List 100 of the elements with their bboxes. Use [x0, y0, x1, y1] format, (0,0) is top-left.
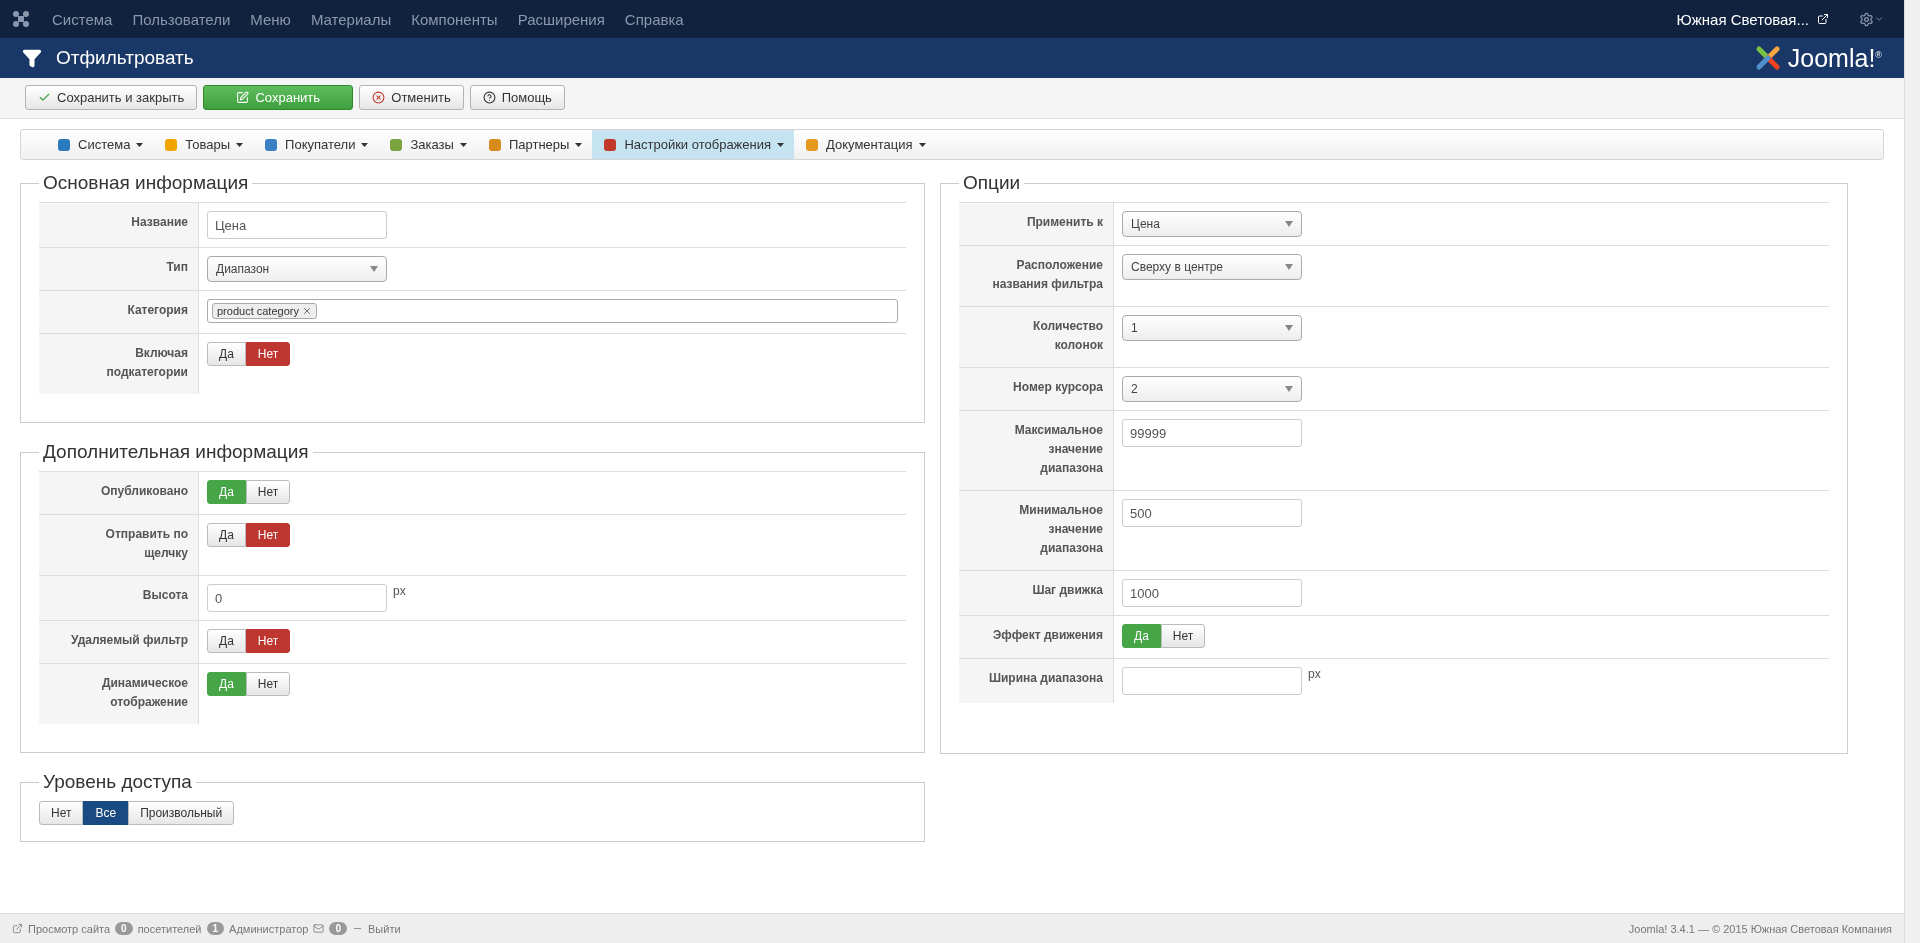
field-label: Отправить по щелчку	[39, 515, 199, 575]
section-title: Дополнительная информация	[42, 441, 310, 463]
scrollbar[interactable]	[1904, 0, 1920, 943]
menu-item[interactable]: Пользователи	[132, 10, 231, 28]
menu-item[interactable]: Компоненты	[411, 10, 498, 28]
caret-icon	[370, 266, 378, 272]
caret-icon	[1285, 221, 1293, 227]
field-label: Тип	[39, 248, 199, 290]
text-field[interactable]: 1000	[1122, 579, 1302, 607]
toggle-option[interactable]: Нет	[245, 629, 291, 653]
toolbar-button[interactable]: Сохранить и закрыть	[25, 85, 198, 110]
text-field[interactable]: 0	[207, 584, 387, 612]
help-icon	[482, 91, 496, 104]
toggle-option[interactable]: Да	[207, 629, 246, 653]
tag-field[interactable]: product category	[207, 299, 898, 323]
select-dropdown[interactable]: 1	[1122, 315, 1302, 341]
caret-icon	[575, 142, 583, 147]
field-label: Количество колонок	[959, 307, 1114, 367]
field-label: Расположение названия фильтра	[959, 246, 1114, 306]
remove-icon[interactable]	[301, 306, 312, 316]
toolbar-button[interactable]: Помощь	[469, 85, 565, 110]
submenu-item[interactable]: Заказы	[378, 130, 477, 159]
toggle-option[interactable]: Нет	[245, 342, 291, 366]
site-link[interactable]: Южная Световая...	[1676, 10, 1809, 28]
caret-icon	[918, 142, 926, 147]
check-icon	[38, 91, 51, 104]
section-title: Опции	[962, 172, 1022, 194]
toggle-option[interactable]: Нет	[245, 480, 291, 504]
menu-item[interactable]: Система	[52, 10, 113, 28]
submenu-item[interactable]: Товары	[153, 130, 254, 159]
copyright-text: Joomla! 3.4.1 — © 2015 Южная Световая Компания	[1628, 922, 1892, 935]
edit-icon	[236, 91, 250, 104]
submenu-item[interactable]: Настройки отображения	[592, 130, 795, 159]
field-label: Опубликовано	[39, 472, 199, 514]
visitors-label: посетителей	[137, 922, 202, 935]
toggle-option[interactable]: Да	[207, 342, 246, 366]
submenu-item[interactable]: Покупатели	[253, 130, 379, 159]
unit-label: px	[1308, 667, 1321, 681]
text-field[interactable]: 500	[1122, 499, 1302, 527]
caret-icon	[236, 142, 244, 147]
text-field[interactable]: 99999	[1122, 419, 1302, 447]
count-badge: 0	[329, 922, 347, 935]
caret-icon	[1285, 264, 1293, 270]
logo-text: Joomla!$^{®}$	[1787, 43, 1882, 73]
caret-icon	[361, 142, 369, 147]
mail-icon	[313, 923, 325, 934]
logo-icon	[12, 10, 30, 28]
menu-item[interactable]: Расширения	[517, 10, 605, 28]
field-label: Включая подкатегории	[39, 334, 199, 394]
field-label: Высота	[39, 576, 199, 620]
caret-icon	[136, 142, 144, 147]
field-label: Максимальное значение диапазона	[959, 411, 1114, 490]
section-title: Уровень доступа	[42, 771, 193, 793]
select-dropdown[interactable]: Цена	[1122, 211, 1302, 237]
field-label: Эффект движения	[959, 616, 1114, 658]
field-label: Номер курсора	[959, 368, 1114, 410]
caret-icon	[1874, 14, 1884, 24]
external-link-icon	[1817, 13, 1829, 25]
text-field[interactable]	[1122, 667, 1302, 695]
toggle-option[interactable]: Нет	[245, 523, 291, 547]
tag-chip[interactable]: product category	[212, 303, 317, 319]
external-link-icon	[12, 923, 23, 934]
menu-item[interactable]: Материалы	[310, 10, 392, 28]
toggle-option[interactable]: Нет	[245, 672, 291, 696]
submenu-item[interactable]: Партнеры	[476, 130, 593, 159]
toggle-option[interactable]: Нет	[1160, 624, 1206, 648]
submenu-item[interactable]: Документация	[794, 130, 936, 159]
toggle-option[interactable]: Произвольный	[128, 801, 235, 825]
count-badge: 0	[115, 922, 133, 935]
submenu-item[interactable]: Система	[46, 130, 154, 159]
page-title: Отфильтровать	[56, 47, 194, 69]
admins-label: Администратор	[229, 922, 309, 935]
settings-icon[interactable]	[1859, 11, 1874, 27]
caret-icon	[1285, 386, 1293, 392]
caret-icon	[777, 142, 785, 147]
field-label: Применить к	[959, 203, 1114, 245]
field-label: Ширина диапазона	[959, 659, 1114, 703]
unit-label: px	[393, 584, 406, 598]
toolbar-button[interactable]: Отменить	[359, 85, 464, 110]
select-dropdown[interactable]: Сверху в центре	[1122, 254, 1302, 280]
field-label: Динамическое отображение	[39, 664, 199, 724]
select-dropdown[interactable]: 2	[1122, 376, 1302, 402]
field-label: Название	[39, 203, 199, 247]
text-field[interactable]: Цена	[207, 211, 387, 239]
section-title: Основная информация	[42, 172, 250, 194]
menu-item[interactable]: Справка	[624, 10, 684, 28]
cancel-icon	[372, 91, 386, 104]
field-label: Удаляемый фильтр	[39, 621, 199, 663]
toggle-option[interactable]: Все	[83, 801, 129, 825]
filter-icon	[22, 48, 42, 68]
toggle-option[interactable]: Да	[207, 523, 246, 547]
count-badge: 1	[206, 922, 225, 935]
menu-item[interactable]: Меню	[250, 10, 291, 28]
logout-link[interactable]: Выйти	[368, 922, 401, 935]
field-label: Шаг движка	[959, 571, 1114, 615]
select-dropdown[interactable]: Диапазон	[207, 256, 387, 282]
toggle-option[interactable]: Нет	[39, 801, 84, 825]
caret-icon	[459, 142, 467, 147]
caret-icon	[1285, 325, 1293, 331]
view-site-link[interactable]: Просмотр сайта	[28, 922, 111, 935]
